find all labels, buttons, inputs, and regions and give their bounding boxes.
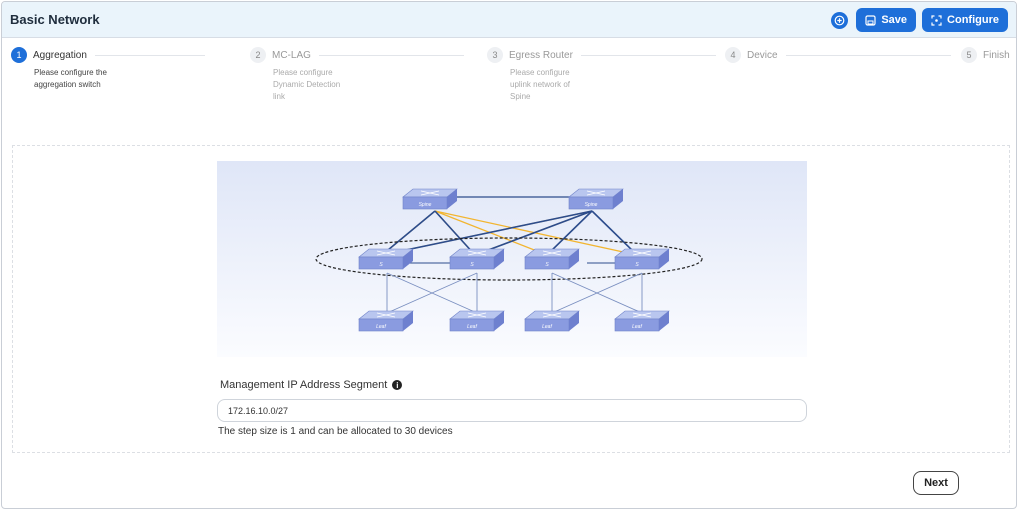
- step-number: 4: [725, 47, 741, 63]
- switch-label: Spine: [419, 202, 432, 208]
- save-button[interactable]: Save: [856, 8, 917, 32]
- step-desc-line: uplink network of: [510, 80, 571, 89]
- step-desc-line: Please configure: [510, 68, 570, 77]
- leaf-switch: Leaf: [524, 310, 580, 332]
- app-window: Basic Network Save Configure 1 Aggregati…: [1, 1, 1017, 509]
- ip-field-label: Management IP Address Segment i: [220, 379, 403, 391]
- configure-button[interactable]: Configure: [922, 8, 1008, 32]
- switch-label: Leaf: [376, 324, 386, 330]
- step-number: 2: [250, 47, 266, 63]
- content-panel: Spine Spine S S S S Leaf Leaf Leaf Leaf Managemen…: [12, 145, 1010, 453]
- leaf-switch: Leaf: [358, 310, 414, 332]
- switch-label: Spine: [585, 202, 598, 208]
- step-label: Device: [747, 49, 778, 61]
- leaf-switch: Leaf: [449, 310, 505, 332]
- network-topology-diagram: Spine Spine S S S S Leaf Leaf Leaf Leaf: [217, 161, 807, 357]
- switch-label: Leaf: [542, 324, 552, 330]
- diagram-background: [217, 161, 807, 357]
- step-number: 3: [487, 47, 503, 63]
- configure-label: Configure: [947, 14, 999, 26]
- step-desc-line: Spine: [510, 92, 531, 101]
- step-finish[interactable]: 5 Finish: [961, 47, 1016, 63]
- ip-helper-text: The step size is 1 and can be allocated …: [218, 426, 453, 437]
- step-label: Finish: [983, 49, 1010, 61]
- step-desc-line: Please configure the: [34, 68, 107, 77]
- header-bar: Basic Network Save Configure: [2, 2, 1016, 38]
- info-icon[interactable]: i: [392, 380, 403, 390]
- spine-switch: Spine: [402, 188, 458, 210]
- step-label: MC-LAG: [272, 49, 311, 61]
- step-aggregation[interactable]: 1 Aggregation Please configure the aggre…: [11, 47, 241, 91]
- plus-circle-icon: [834, 15, 845, 25]
- aggregation-switch: S: [358, 248, 414, 270]
- step-connector: [785, 54, 951, 56]
- save-icon: [865, 14, 876, 26]
- step-desc-line: Dynamic Detection: [273, 80, 341, 89]
- topology-svg: Spine SpineS S S SLeaf Leaf Leaf Leaf: [217, 161, 807, 357]
- step-desc-line: aggregation switch: [34, 80, 101, 89]
- step-device[interactable]: 4 Device: [725, 47, 955, 63]
- aggregation-switch: S: [449, 248, 505, 270]
- spine-switch: Spine: [568, 188, 624, 210]
- step-label: Egress Router: [509, 49, 573, 61]
- step-number: 1: [11, 47, 27, 63]
- header-actions: Save Configure: [831, 8, 1008, 32]
- step-egress-router[interactable]: 3 Egress Router Please configure uplink …: [487, 47, 717, 103]
- next-button[interactable]: Next: [913, 471, 959, 495]
- management-ip-input[interactable]: [217, 399, 807, 422]
- ip-label-text: Management IP Address Segment: [220, 379, 388, 391]
- aggregation-switch: S: [614, 248, 670, 270]
- wizard-steps: 1 Aggregation Please configure the aggre…: [2, 38, 1016, 138]
- step-number: 5: [961, 47, 977, 63]
- switch-label: Leaf: [467, 324, 477, 330]
- scan-icon: [931, 14, 942, 26]
- step-connector: [94, 54, 205, 56]
- step-connector: [318, 54, 464, 56]
- step-description: Please configure uplink network of Spine: [510, 67, 717, 103]
- step-mc-lag[interactable]: 2 MC-LAG Please configure Dynamic Detect…: [250, 47, 480, 103]
- step-connector: [580, 54, 716, 56]
- page-title: Basic Network: [10, 12, 100, 27]
- step-description: Please configure the aggregation switch: [34, 67, 241, 91]
- switch-label: Leaf: [632, 324, 642, 330]
- save-label: Save: [881, 14, 908, 26]
- step-label: Aggregation: [33, 49, 87, 61]
- step-desc-line: link: [273, 92, 286, 101]
- leaf-switch: Leaf: [614, 310, 670, 332]
- step-desc-line: Please configure: [273, 68, 333, 77]
- step-description: Please configure Dynamic Detection link: [273, 67, 480, 103]
- add-circle-button[interactable]: [831, 11, 849, 29]
- aggregation-switch: S: [524, 248, 580, 270]
